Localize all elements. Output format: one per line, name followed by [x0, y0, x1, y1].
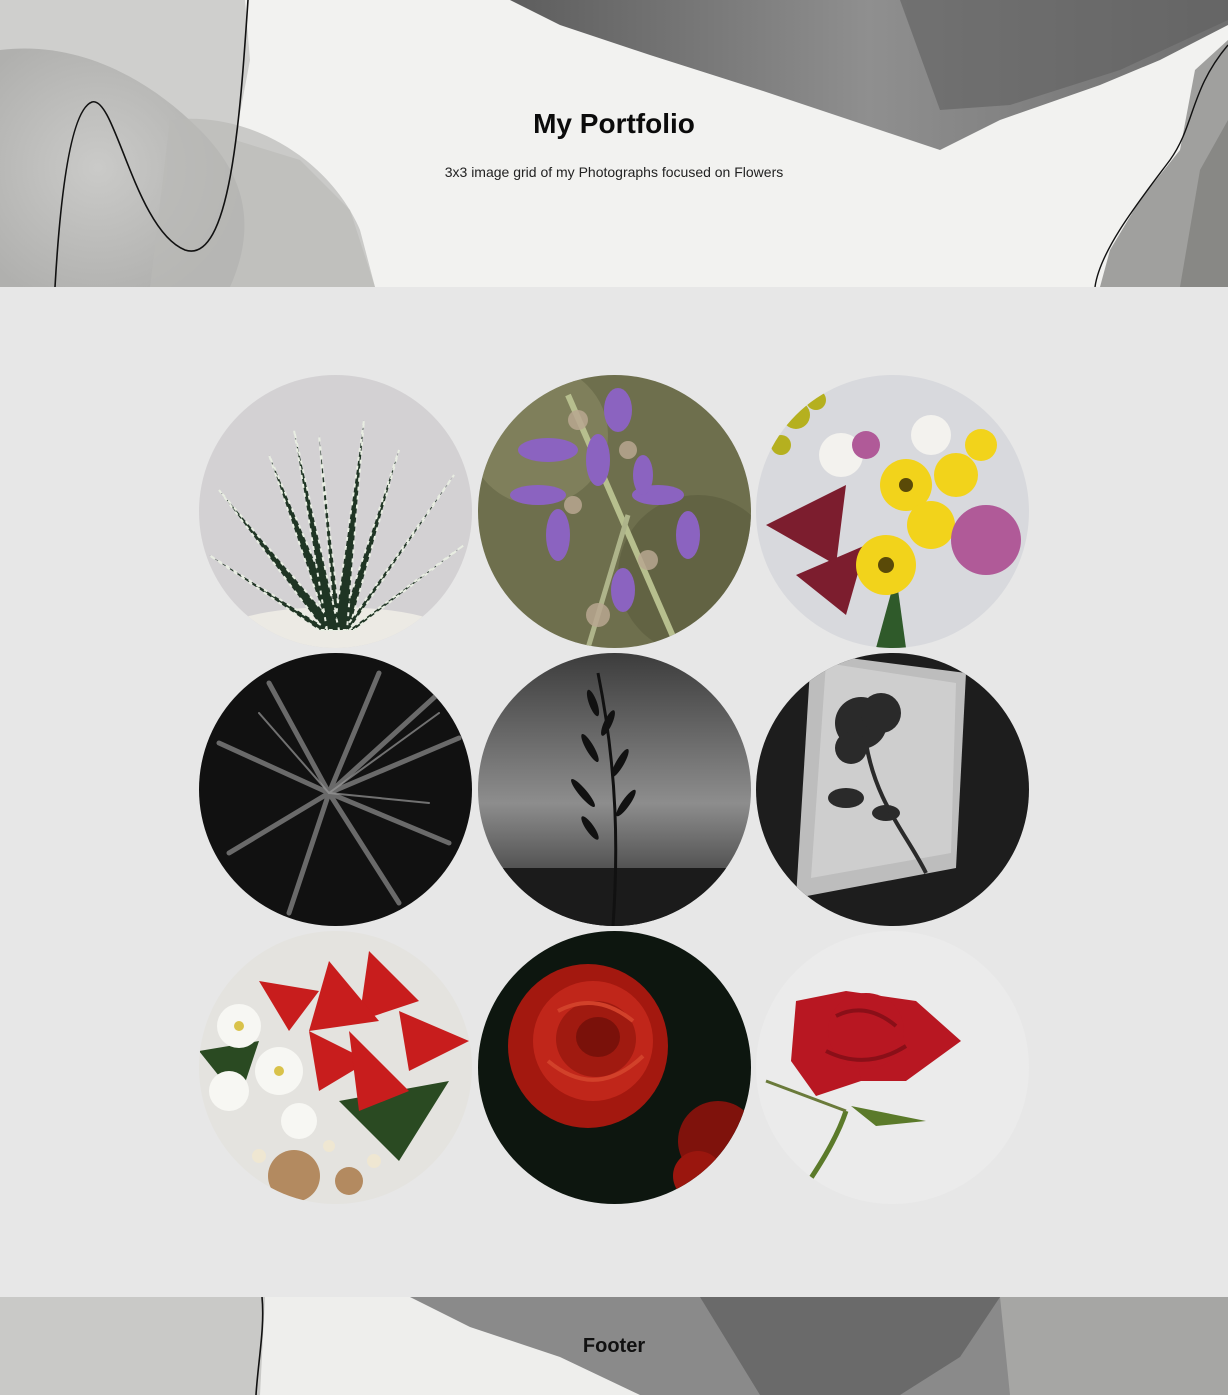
watercolor-background	[0, 0, 1228, 287]
page-header: My Portfolio 3x3 image grid of my Photog…	[0, 0, 1228, 287]
photo-gallery	[0, 287, 1228, 1297]
photo-rose-shadow[interactable]	[756, 653, 1029, 926]
photo-zebra-succulent[interactable]	[199, 375, 472, 648]
photo-red-rose-white[interactable]	[756, 931, 1029, 1204]
photo-poinsettia-arrangement[interactable]	[199, 931, 472, 1204]
footer-label: Footer	[582, 1335, 646, 1357]
photo-mixed-bouquet[interactable]	[756, 375, 1029, 648]
photo-dark-palm-leaves[interactable]	[199, 653, 472, 926]
image-grid	[199, 375, 1029, 1205]
page-footer: Footer	[0, 1297, 1228, 1395]
photo-red-rose-dark[interactable]	[477, 931, 751, 1204]
photo-grass-silhouette[interactable]	[477, 653, 751, 926]
page-title: My Portfolio	[533, 108, 695, 139]
page-subtitle: 3x3 image grid of my Photographs focused…	[444, 164, 784, 180]
photo-purple-sage[interactable]	[477, 375, 751, 648]
